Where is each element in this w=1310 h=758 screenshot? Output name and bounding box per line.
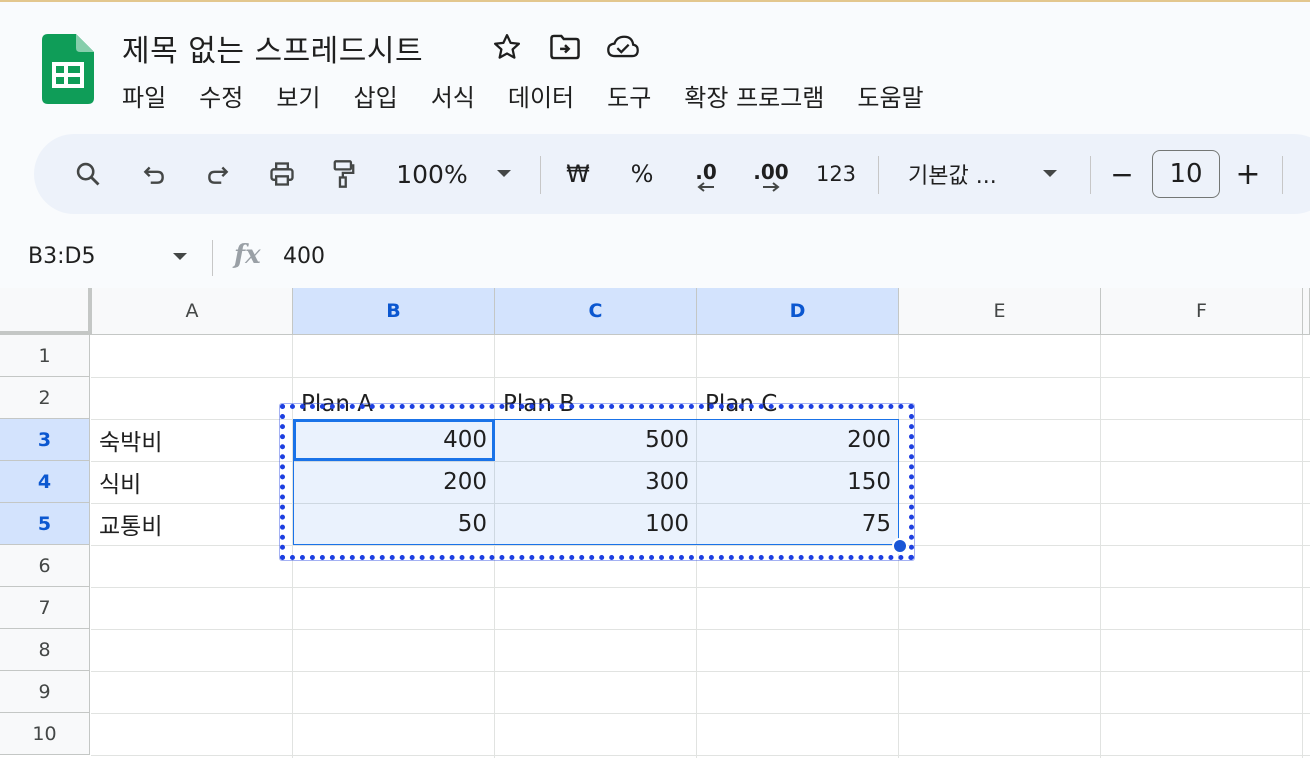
menu-tools[interactable]: 도구 — [607, 78, 651, 113]
font-select[interactable]: 기본값 ... — [900, 134, 1018, 214]
grid-line — [1302, 335, 1303, 758]
row-header-9[interactable]: 9 — [0, 671, 90, 713]
menu-data[interactable]: 데이터 — [508, 78, 574, 113]
toolbar-divider — [1090, 156, 1091, 194]
row-header-10[interactable]: 10 — [0, 713, 90, 755]
cell-a4[interactable]: 식비 — [91, 461, 293, 503]
increase-decimal-button[interactable]: .00 — [746, 134, 796, 214]
cell-a5[interactable]: 교통비 — [91, 503, 293, 545]
grid-line — [91, 377, 1310, 378]
font-name: 기본값 ... — [908, 164, 997, 189]
currency-format-button[interactable]: ₩ — [558, 134, 598, 214]
zoom-dropdown-icon[interactable] — [490, 134, 518, 214]
increase-font-size-button[interactable]: + — [1230, 134, 1266, 214]
cloud-saved-icon[interactable] — [606, 30, 640, 64]
menu-insert[interactable]: 삽입 — [354, 78, 398, 113]
font-size-input[interactable]: 10 — [1152, 150, 1220, 198]
paint-format-icon[interactable] — [322, 134, 366, 214]
percent-format-button[interactable]: % — [622, 134, 662, 214]
row-header-8[interactable]: 8 — [0, 629, 90, 671]
formula-bar-divider — [212, 240, 213, 276]
column-header-g[interactable] — [1303, 288, 1310, 335]
function-icon: fx — [234, 240, 261, 270]
column-header-a[interactable]: A — [92, 288, 293, 335]
menu-format[interactable]: 서식 — [431, 78, 475, 113]
formula-input[interactable]: 400 — [283, 244, 325, 269]
column-header-b[interactable]: B — [293, 288, 495, 335]
grid-line — [91, 713, 1310, 714]
grid-line — [91, 755, 1310, 756]
star-icon[interactable] — [490, 30, 524, 64]
zoom-value: 100% — [396, 159, 468, 189]
toolbar-divider — [878, 156, 879, 194]
window-top-edge — [0, 0, 1310, 2]
row-header-7[interactable]: 7 — [0, 587, 90, 629]
grid-line — [1100, 335, 1101, 758]
undo-icon[interactable] — [132, 134, 176, 214]
column-header-c[interactable]: C — [495, 288, 697, 335]
menu-bar: 파일 수정 보기 삽입 서식 데이터 도구 확장 프로그램 도움말 — [122, 78, 957, 113]
menu-view[interactable]: 보기 — [276, 78, 320, 113]
row-header-2[interactable]: 2 — [0, 377, 90, 419]
arrow-left-icon — [697, 182, 714, 192]
redo-icon[interactable] — [196, 134, 240, 214]
zoom-select[interactable]: 100% — [392, 134, 472, 214]
print-icon[interactable] — [260, 134, 304, 214]
toolbar-divider — [540, 156, 541, 194]
name-box[interactable]: B3:D5 — [28, 244, 95, 269]
row-header-1[interactable]: 1 — [0, 335, 90, 377]
cell-a3[interactable]: 숙박비 — [91, 419, 293, 461]
search-icon[interactable] — [66, 134, 110, 214]
menu-help[interactable]: 도움말 — [857, 78, 923, 113]
grid-line — [91, 671, 1310, 672]
decrease-decimal-button[interactable]: .0 — [684, 134, 728, 214]
toolbar-divider — [1282, 156, 1283, 194]
column-header-d[interactable]: D — [697, 288, 899, 335]
column-header-e[interactable]: E — [899, 288, 1101, 335]
row-header-4[interactable]: 4 — [0, 461, 90, 503]
grid-line — [91, 629, 1310, 630]
more-formats-button[interactable]: 123 — [814, 134, 858, 214]
row-header-5[interactable]: 5 — [0, 503, 90, 545]
menu-file[interactable]: 파일 — [122, 78, 166, 113]
row-header-3[interactable]: 3 — [0, 419, 90, 461]
menu-extensions[interactable]: 확장 프로그램 — [684, 78, 824, 113]
name-box-dropdown-icon[interactable] — [172, 252, 188, 262]
annotation-highlight-box — [280, 404, 914, 560]
move-folder-icon[interactable] — [548, 30, 582, 64]
column-header-f[interactable]: F — [1101, 288, 1303, 335]
grid-line — [91, 587, 1310, 588]
row-header-6[interactable]: 6 — [0, 545, 90, 587]
font-dropdown-icon[interactable] — [1036, 134, 1064, 214]
sheets-logo-icon[interactable] — [42, 34, 94, 104]
document-title[interactable]: 제목 없는 스프레드시트 — [122, 26, 423, 70]
arrow-right-icon — [763, 182, 780, 192]
select-all-corner[interactable] — [0, 288, 92, 335]
decrease-font-size-button[interactable]: − — [1104, 134, 1140, 214]
menu-edit[interactable]: 수정 — [199, 78, 243, 113]
